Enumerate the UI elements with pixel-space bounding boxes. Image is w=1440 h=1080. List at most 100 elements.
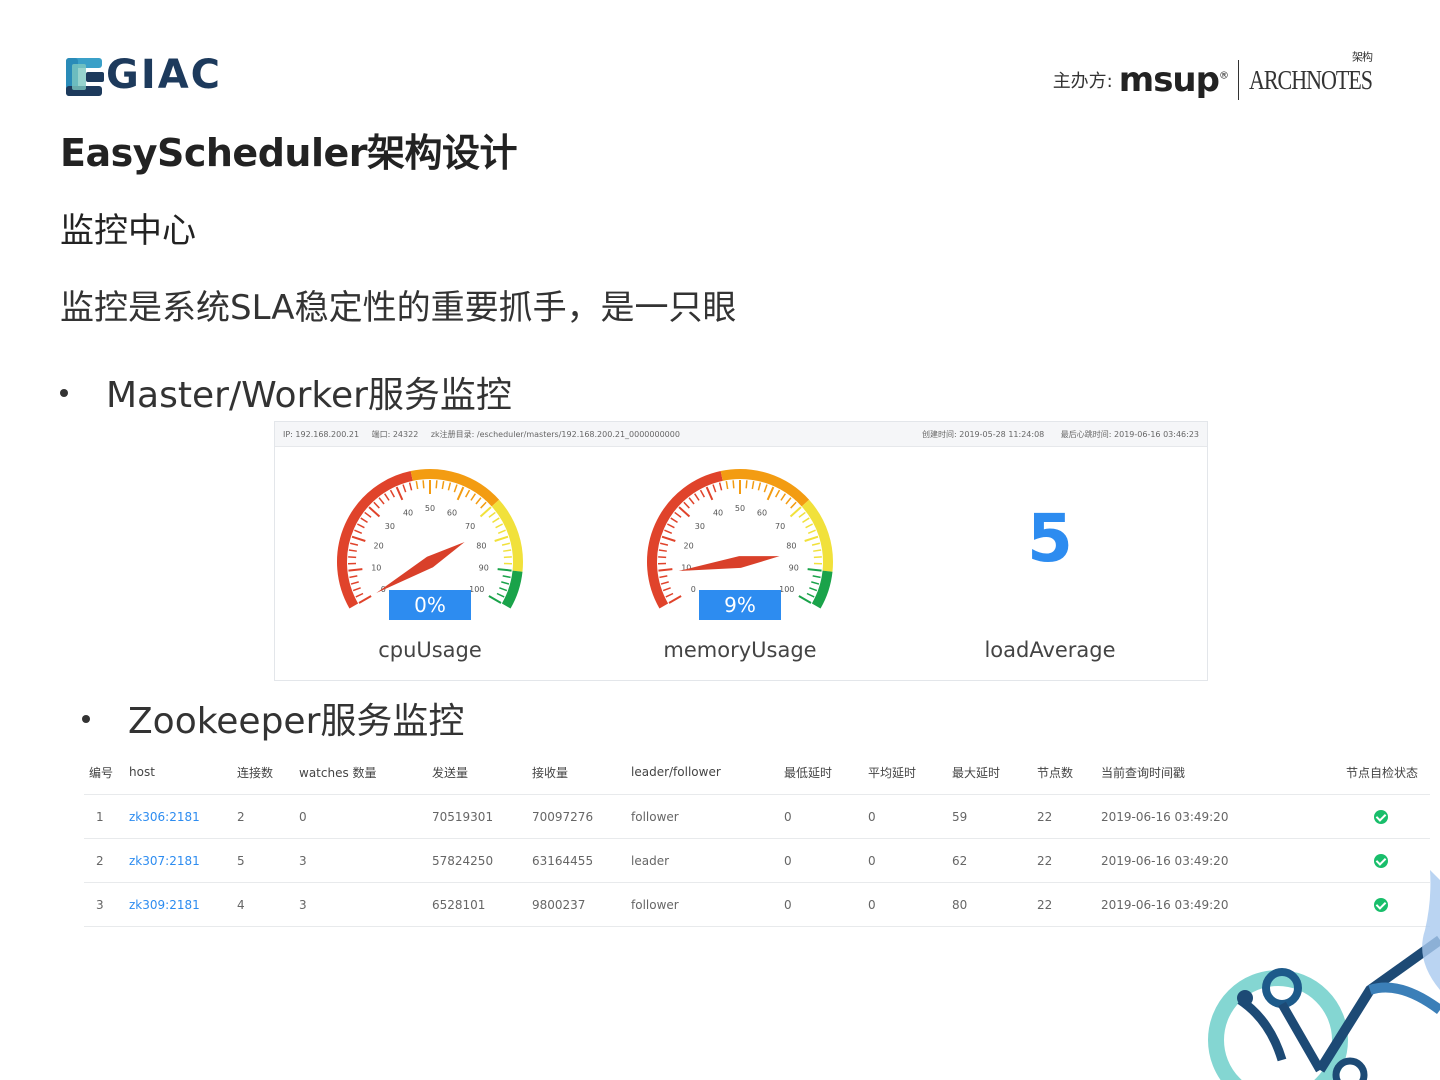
cell-query-time: 2019-06-16 03:49:20 — [1101, 794, 1346, 839]
gauge-tick-label: 0 — [691, 585, 696, 594]
panel-info-bar: IP: 192.168.200.21 端口: 24322 zk注册目录: /es… — [275, 422, 1207, 447]
gauge-tick — [503, 556, 512, 559]
cell-host-link[interactable]: zk309:2181 — [129, 882, 237, 927]
gauge-tick — [364, 511, 372, 518]
bullet-master-worker: Master/Worker服务监控 — [60, 366, 512, 418]
gauge-tick — [661, 535, 676, 542]
col-header-avg-latency: 平均延时 — [868, 750, 952, 795]
gauge-tick — [668, 595, 682, 604]
gauge-tick-label: 50 — [425, 504, 435, 513]
cell-sent: 57824250 — [432, 838, 532, 883]
gauge-tick — [660, 581, 669, 585]
gauge-tick — [798, 511, 806, 518]
col-header-query-time: 当前查询时间戳 — [1101, 750, 1346, 795]
gauge-tick-label: 10 — [371, 564, 381, 573]
info-port: 端口: 24322 — [371, 429, 419, 439]
gauge-tick — [492, 517, 500, 523]
gauge-tick — [699, 489, 706, 498]
gauge-tick — [480, 501, 487, 509]
cpu-gauge-value: 0% — [389, 590, 471, 620]
gauge-tick — [812, 575, 821, 579]
gauge-tick — [352, 587, 361, 592]
gauge-tick — [813, 549, 822, 552]
gauge-tick — [373, 501, 380, 509]
gauge-needle — [376, 542, 465, 593]
giac-logo-text: GIAC — [106, 52, 223, 98]
col-header-sent: 发送量 — [432, 750, 532, 795]
col-header-node-count: 节点数 — [1037, 750, 1101, 795]
gauge-tick — [501, 581, 510, 585]
cell-received: 70097276 — [532, 794, 631, 839]
cell-watches: 0 — [299, 794, 432, 839]
gauge-tick — [805, 523, 814, 529]
gauge-tick — [670, 517, 678, 523]
check-circle-icon — [1374, 853, 1388, 868]
col-header-min-latency: 最低延时 — [784, 750, 868, 795]
gauge-tick-label: 80 — [476, 541, 486, 550]
gauge-tick — [378, 497, 385, 505]
load-average-name: loadAverage — [984, 638, 1116, 662]
gauge-tick — [678, 506, 691, 518]
gauge-tick — [348, 549, 357, 552]
cell-node-count: 22 — [1037, 794, 1101, 839]
gauge-tick-label: 80 — [786, 541, 796, 550]
gauge-tick — [751, 481, 755, 490]
gauge-tick — [780, 493, 787, 501]
gauge-tick — [453, 484, 458, 493]
gauge-tick — [408, 482, 413, 491]
gauge-tick — [441, 481, 445, 490]
cell-avg-latency: 0 — [868, 838, 952, 883]
gauge-tick — [809, 587, 818, 592]
gauge-tick-label: 60 — [757, 509, 767, 518]
archnotes-logo: ARCHNOTES 架构 — [1249, 51, 1373, 97]
bullet-dot-icon — [60, 389, 68, 397]
gauge-tick — [674, 511, 682, 518]
cell-sent: 70519301 — [432, 794, 532, 839]
cell-received: 9800237 — [532, 882, 631, 927]
gauge-tick — [503, 549, 512, 552]
slide-subtitle: 监控是系统SLA稳定性的重要抓手，是一只眼 — [60, 288, 737, 328]
gauge-tick-label: 40 — [713, 509, 723, 518]
gauge-tick — [502, 575, 511, 579]
gauge-tick — [774, 489, 781, 498]
gauge-tick — [495, 523, 504, 529]
cell-host-link[interactable]: zk307:2181 — [129, 838, 237, 883]
gauge-band-orange — [410, 469, 500, 507]
gauge-tick — [666, 523, 675, 529]
slide-title: EasyScheduler架构设计 — [60, 131, 518, 175]
gauge-tick — [802, 517, 810, 523]
cell-watches: 3 — [299, 882, 432, 927]
gauge-tick — [725, 481, 729, 490]
gauge-tick — [757, 482, 762, 491]
gauge-tick — [658, 568, 673, 572]
bullet-label: Master/Worker服务监控 — [106, 375, 512, 416]
gauge-tick — [389, 489, 396, 498]
gauge-tick-label: 90 — [479, 564, 489, 573]
gauge-tick — [658, 556, 667, 559]
cell-min-latency: 0 — [784, 794, 868, 839]
col-header-max-latency: 最大延时 — [952, 750, 1037, 795]
gauge-tick — [488, 511, 496, 518]
gauge-tick — [798, 595, 812, 604]
gauge-tick-label: 70 — [775, 522, 785, 531]
gauge-tick — [402, 484, 407, 493]
gauge-tick — [659, 542, 669, 546]
gauge-tick-label: 60 — [447, 509, 457, 518]
gauge-tick — [497, 568, 512, 572]
gauge-tick — [354, 529, 363, 535]
gauge-tick — [415, 481, 419, 490]
gauge-tick — [350, 581, 359, 585]
gauge-tick — [811, 581, 820, 585]
cell-node-count: 22 — [1037, 882, 1101, 927]
gauge-tick-label: 10 — [681, 564, 691, 573]
gauge-tick — [395, 486, 404, 501]
gauge-tick — [790, 501, 797, 509]
cell-max-latency: 62 — [952, 838, 1037, 883]
info-create-time: 创建时间: 2019-05-28 11:24:08 — [922, 429, 1045, 439]
sponsor-divider — [1237, 60, 1239, 100]
bullet-dot-icon — [82, 715, 90, 723]
cell-host-link[interactable]: zk306:2181 — [129, 794, 237, 839]
gauge-tick — [665, 592, 674, 598]
gauge-tick — [732, 480, 735, 489]
gauge-tick — [785, 497, 792, 505]
